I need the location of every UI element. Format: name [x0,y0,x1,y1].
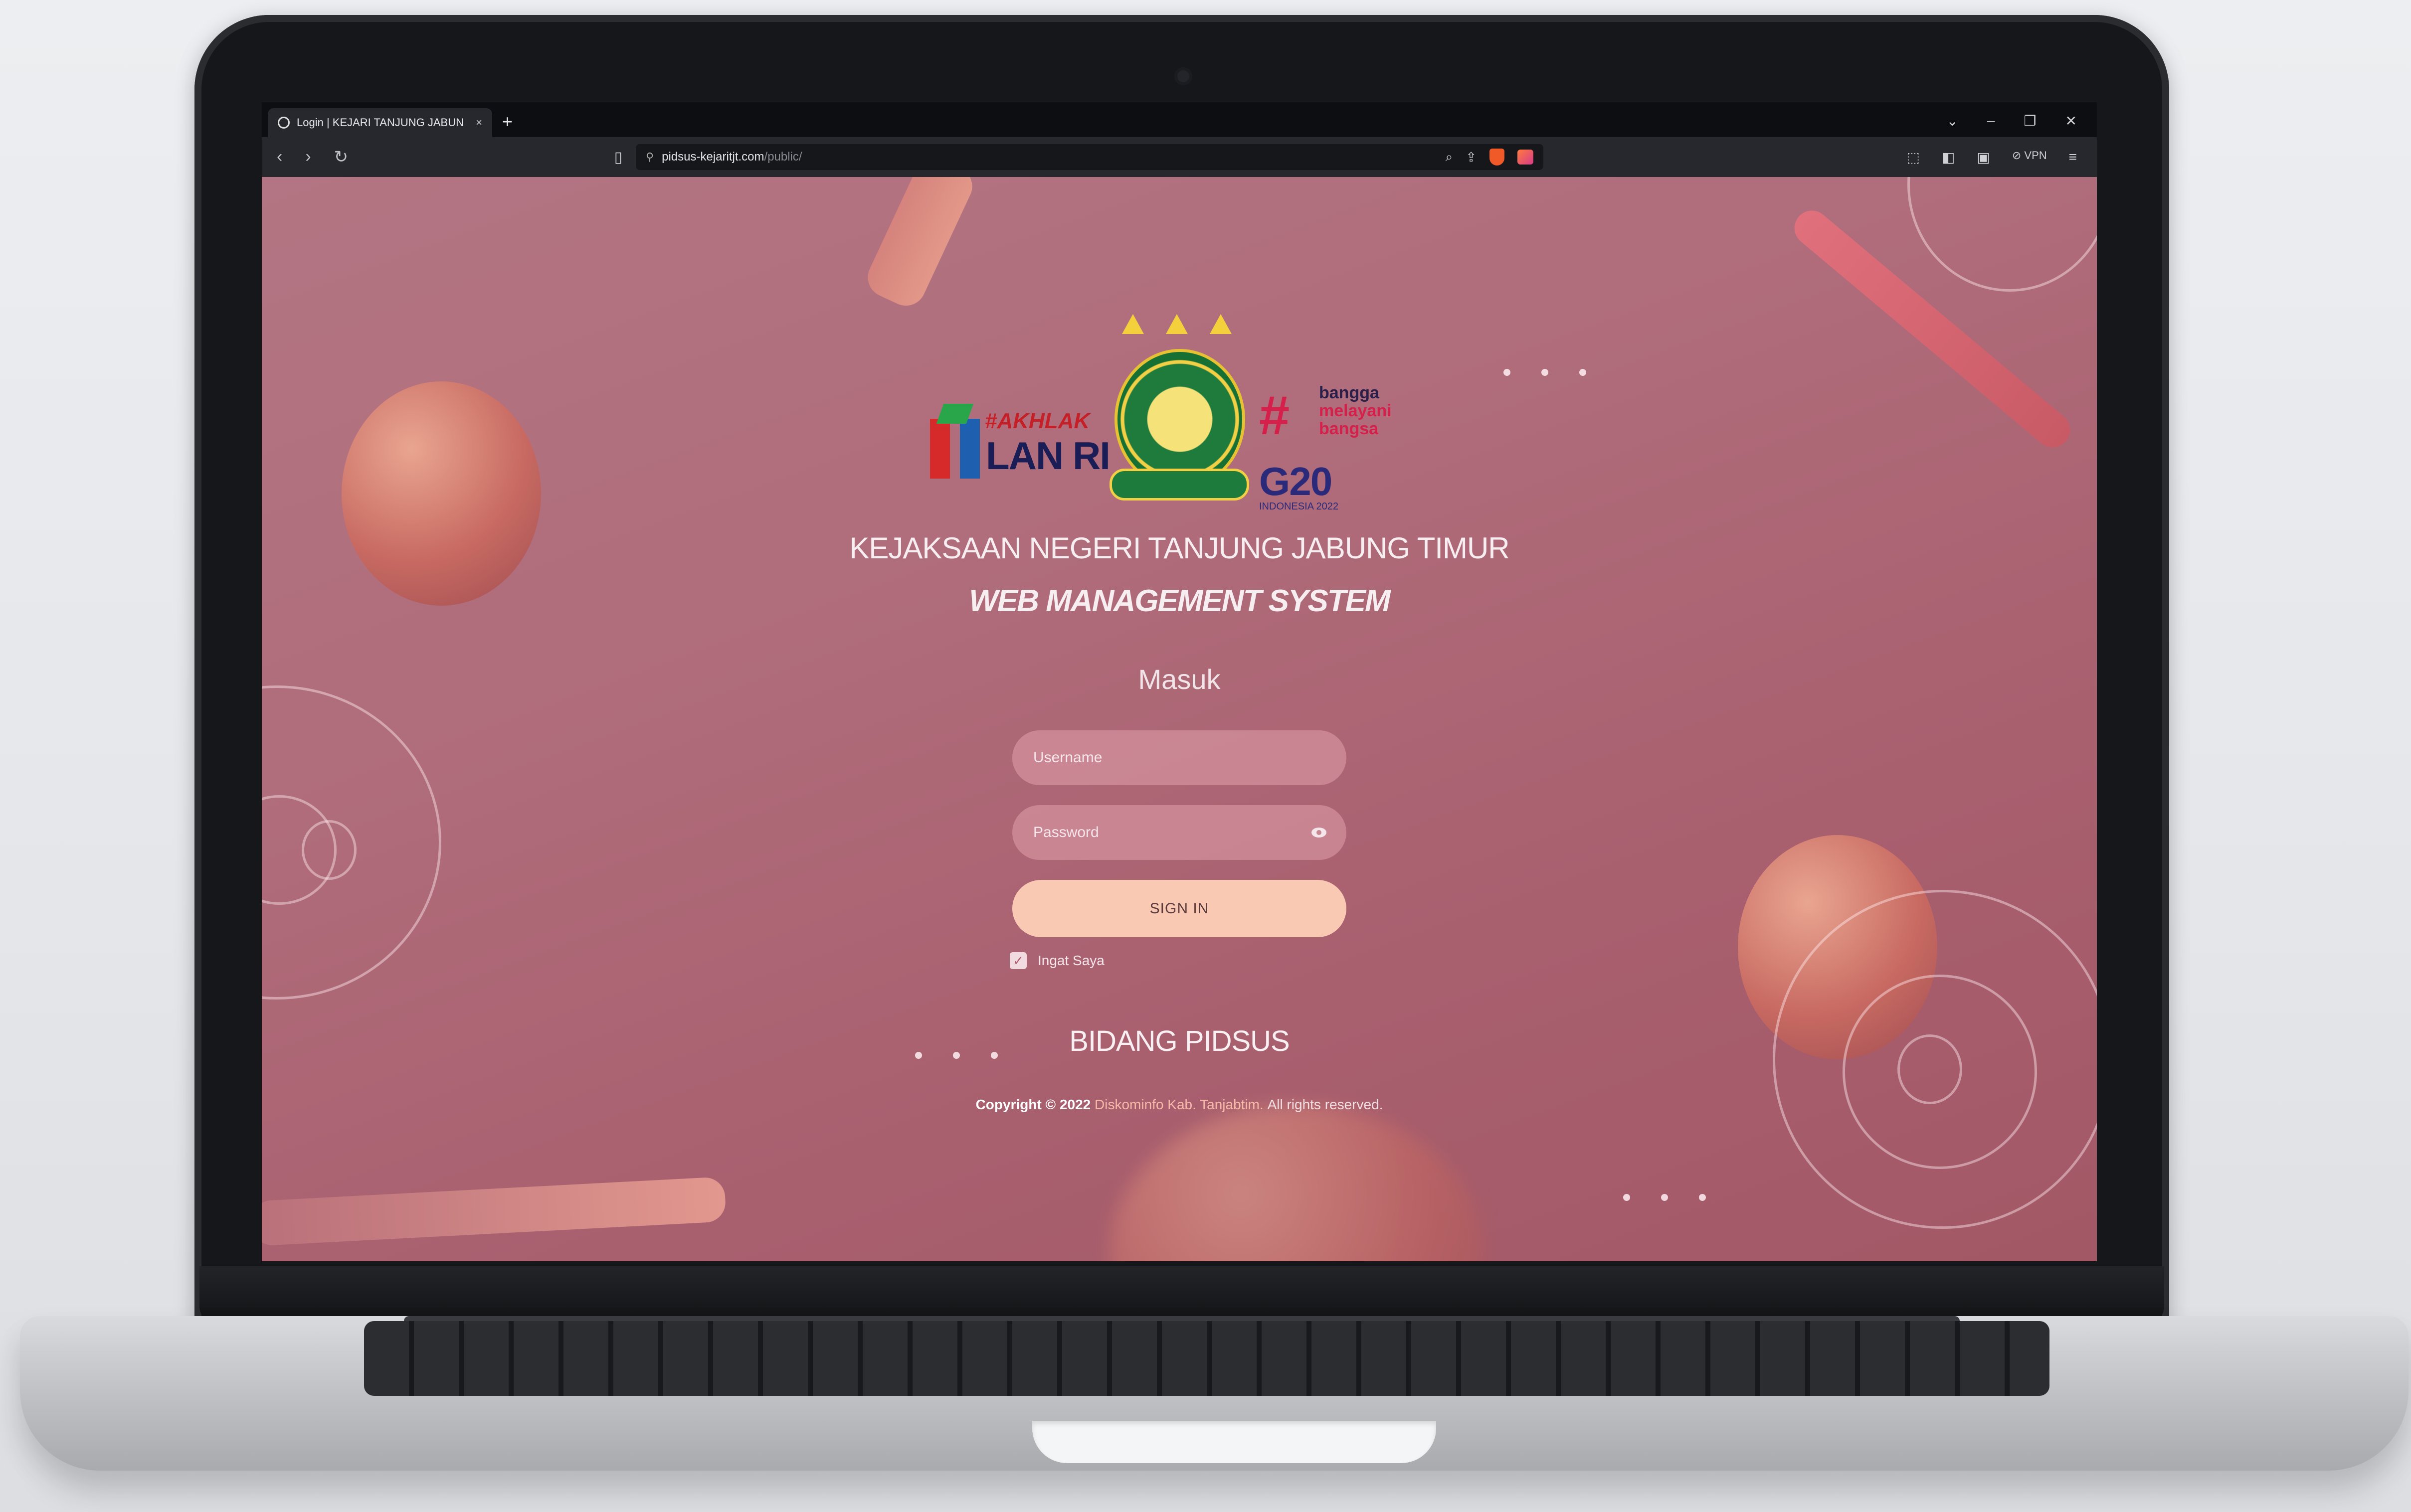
username-field[interactable] [1012,730,1346,785]
copyright-suffix: All rights reserved. [1267,1097,1383,1112]
copyright-link[interactable]: Diskominfo Kab. Tanjabtim. [1095,1097,1264,1112]
tab-list-icon[interactable]: ⌄ [1946,113,1958,129]
browser-toolbar: ‹ › ↻ ▯ ⚲ pidsus-kejaritjt.com/public/ ⌕… [262,137,2097,177]
show-password-icon[interactable] [1311,828,1326,838]
webcam [1174,67,1192,85]
decor-ball [1110,1104,1484,1261]
g20-logo: # bangga melayani bangsa G20 INDONESIA 2… [1259,359,1429,518]
login-page: #AKHLAK LAN RI # bangga melayani bangsa [262,177,2097,1261]
g20-hash: # [1259,385,1290,446]
logo-row: #AKHLAK LAN RI # bangga melayani bangsa [930,314,1429,518]
username-input[interactable] [1032,749,1326,767]
decor-dots [1623,1194,1706,1201]
department-label: BIDANG PIDSUS [1069,1025,1290,1057]
keyboard [364,1321,2049,1396]
brave-shield-icon[interactable] [1489,149,1504,166]
globe-icon [278,117,290,129]
address-bar-extensions: ⌕ ⇪ [1446,149,1533,166]
right-toolbar: ⬚ ◧ ▣ ⊘ VPN ≡ [1906,149,2097,166]
reload-icon[interactable]: ↻ [334,147,349,167]
decor-ring [1907,177,2097,292]
g20-subtext: INDONESIA 2022 [1259,501,1338,512]
site-info-icon[interactable]: ⚲ [646,151,654,164]
new-tab-button[interactable]: + [502,111,513,132]
nav-controls: ‹ › ↻ [262,147,611,167]
kejaksaan-seal-logo [1105,314,1249,518]
remember-me[interactable]: ✓ Ingat Saya [1010,952,1105,969]
decor-ring [302,820,357,880]
star-icon [1122,314,1144,334]
lan-ri-mark [930,404,980,479]
remember-me-label: Ingat Saya [1038,953,1105,968]
sign-in-button[interactable]: SIGN IN [1012,880,1346,937]
sidebar-icon[interactable]: ◧ [1942,149,1955,166]
copyright: Copyright © 2022 Diskominfo Kab. Tanjabt… [262,1097,2097,1113]
window-controls: ⌄ – ❐ ✕ [1946,113,2097,129]
remember-me-checkbox[interactable]: ✓ [1010,952,1027,969]
copyright-prefix: Copyright © 2022 [975,1097,1091,1112]
trackpad-notch [1032,1421,1436,1463]
decor-dots [1503,369,1586,376]
app-title: WEB MANAGEMENT SYSTEM [969,584,1390,618]
minimize-icon[interactable]: – [1987,113,1995,129]
screen: Login | KEJARI TANJUNG JABUN × + ⌄ – ❐ ✕… [262,102,2097,1261]
star-icon [1166,314,1188,334]
bookmark-icon[interactable]: ▯ [611,149,626,166]
lan-ri-logo: LAN RI [930,404,1111,479]
zoom-icon[interactable]: ⌕ [1446,149,1453,165]
tab-title: Login | KEJARI TANJUNG JABUN [297,116,464,129]
decor-stick [262,1176,727,1246]
vpn-button[interactable]: ⊘ VPN [2012,149,2047,166]
password-field[interactable] [1012,805,1346,860]
decor-ball [342,381,541,606]
bangga-melayani-text: bangga melayani bangsa [1319,383,1392,438]
browser-tab-bar: Login | KEJARI TANJUNG JABUN × + ⌄ – ❐ ✕ [262,102,2097,137]
share-icon[interactable]: ⇪ [1466,150,1477,165]
organization-title: KEJAKSAAN NEGERI TANJUNG JABUNG TIMUR [849,531,1509,565]
back-icon[interactable]: ‹ [277,147,282,167]
forward-icon[interactable]: › [305,147,311,167]
wallet-icon[interactable]: ▣ [1977,149,1990,166]
g20-text: G20 [1259,459,1332,504]
close-tab-icon[interactable]: × [476,116,482,129]
close-window-icon[interactable]: ✕ [2065,113,2077,129]
menu-icon[interactable]: ≡ [2069,149,2077,166]
extensions-icon[interactable]: ⬚ [1906,149,1919,166]
password-input[interactable] [1032,824,1311,841]
browser-tab-active[interactable]: Login | KEJARI TANJUNG JABUN × [268,108,492,137]
star-icon [1210,314,1232,334]
rewards-icon[interactable] [1517,150,1533,165]
login-heading: Masuk [1138,664,1221,695]
url-text[interactable]: pidsus-kejaritjt.com/public/ [662,150,1438,164]
decor-stick [861,177,979,313]
lan-ri-text: LAN RI [986,434,1111,478]
seal-ribbon [1110,469,1249,501]
address-bar[interactable]: ⚲ pidsus-kejaritjt.com/public/ ⌕ ⇪ [636,144,1543,170]
restore-icon[interactable]: ❐ [2024,113,2036,129]
